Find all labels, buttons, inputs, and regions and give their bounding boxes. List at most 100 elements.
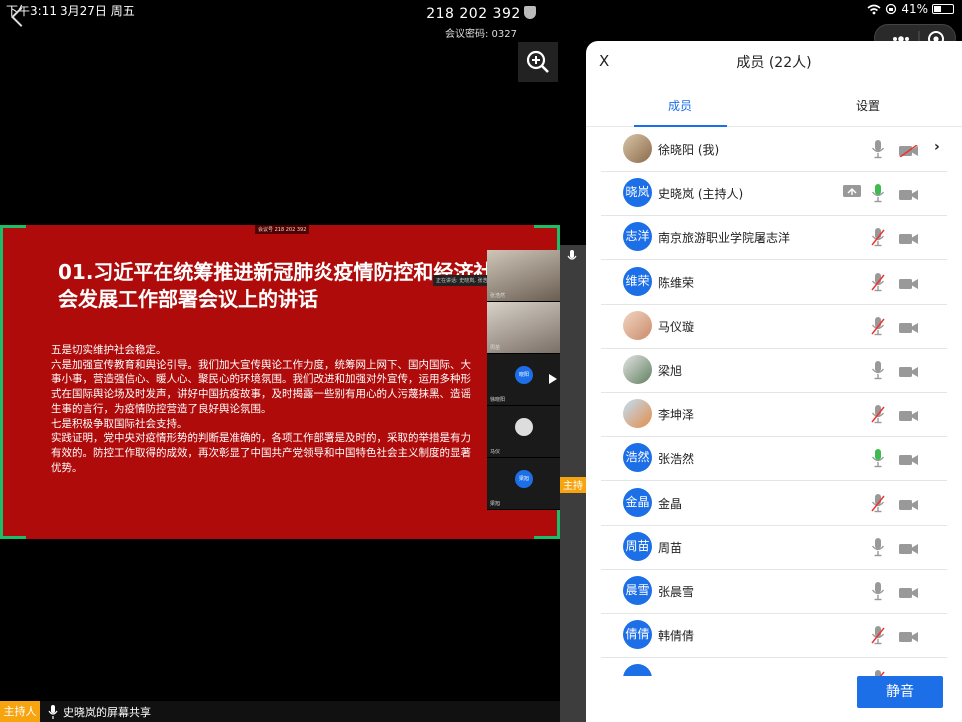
mic-icon: [567, 250, 577, 260]
member-avatar: 志洋: [623, 222, 652, 252]
mute-all-button[interactable]: 静音: [857, 676, 943, 708]
slide-body: 五是切实维护社会稳定。 六是加强宣传教育和舆论引导。我们加大宣传舆论工作力度，统…: [51, 343, 479, 475]
camera-icon[interactable]: [899, 319, 919, 338]
mini-tile-avatar: 晓阳: [515, 366, 533, 384]
mic-icon[interactable]: [871, 183, 885, 207]
video-strip: 主持: [560, 245, 588, 722]
mic-muted-icon[interactable]: [871, 272, 885, 296]
chevron-right-icon[interactable]: ›: [934, 139, 940, 155]
mic-icon[interactable]: [871, 581, 885, 605]
member-name: 李坤泽: [658, 408, 695, 423]
mic-icon[interactable]: [871, 448, 885, 472]
member-avatar: [623, 310, 652, 340]
mic-icon[interactable]: [871, 537, 885, 561]
mic-muted-icon[interactable]: [871, 493, 885, 517]
member-avatar: 金晶: [623, 487, 652, 517]
member-row[interactable]: 晨雪 张晨雪: [601, 570, 947, 614]
frame-corner: [534, 513, 560, 539]
member-avatar: 倩倩: [623, 620, 652, 650]
camera-icon[interactable]: [899, 451, 919, 470]
zoom-button[interactable]: [518, 42, 558, 82]
member-row[interactable]: 倩倩 韩倩倩: [601, 614, 947, 659]
member-row[interactable]: 金晶 金晶: [601, 482, 947, 526]
member-row[interactable]: [601, 658, 947, 676]
member-row[interactable]: 周苗 周苗: [601, 526, 947, 570]
member-avatar: [623, 664, 652, 676]
camera-icon[interactable]: [899, 186, 919, 205]
panel-header: X 成员 (22人): [586, 41, 962, 79]
mini-video-tile: 张浩然: [487, 250, 560, 302]
mini-video-tile: 梁旭 梁旭: [487, 458, 560, 510]
camera-icon[interactable]: [899, 496, 919, 515]
slide-paragraph: 七是积极争取国际社会支持。: [51, 417, 188, 430]
camera-icon[interactable]: [899, 363, 919, 382]
member-name: 马仪璇: [658, 319, 695, 334]
member-avatar: 晨雪: [623, 576, 652, 605]
slide-paragraph: 实践证明，党中央对疫情形势的判断是准确的，各项工作部署是及时的，采取的举措是有力…: [51, 432, 471, 474]
camera-icon[interactable]: [899, 628, 919, 647]
mini-tile-name: 张浩然: [490, 293, 506, 299]
member-avatar: [623, 399, 652, 429]
mini-tile-name: 周苗: [490, 345, 501, 351]
mic-muted-icon[interactable]: [871, 316, 885, 340]
member-avatar: 浩然: [623, 443, 652, 473]
mic-muted-icon[interactable]: [871, 669, 885, 676]
camera-off-icon[interactable]: [899, 142, 919, 161]
member-name: 韩倩倩: [658, 629, 695, 644]
member-row[interactable]: 维荣 陈维荣: [601, 261, 947, 305]
shared-screen[interactable]: 会议号 218 202 392 01.习近平在统筹推进新冠肺炎疫情防控和经济社会…: [0, 225, 560, 539]
member-row[interactable]: 马仪璇: [601, 305, 947, 349]
mic-icon: [48, 705, 58, 719]
screen-share-icon: [843, 184, 861, 203]
host-tag: 主持: [560, 477, 588, 493]
play-icon[interactable]: [549, 374, 557, 384]
panel-tabs: 成员 设置: [586, 83, 962, 127]
member-name: 金晶: [658, 496, 683, 511]
member-row[interactable]: 徐晓阳 (我) ›: [601, 128, 947, 172]
tab-members[interactable]: 成员: [610, 97, 750, 114]
member-name: 陈维荣: [658, 275, 695, 290]
camera-icon[interactable]: [899, 540, 919, 559]
member-avatar: 周苗: [623, 531, 652, 561]
mini-tile-avatar: [515, 418, 533, 436]
frame-corner: [0, 225, 26, 251]
member-name: 史晓岚 (主持人): [658, 187, 744, 202]
member-row[interactable]: 志洋 南京旅游职业学院屠志洋: [601, 216, 947, 261]
bottom-status-bar: 主持人 史晓岚的屏幕共享: [0, 701, 560, 722]
meeting-number-tag: 会议号 218 202 392: [255, 225, 310, 234]
mic-icon[interactable]: [871, 139, 885, 163]
member-avatar: [623, 355, 652, 384]
member-name: 张晨雪: [658, 585, 695, 599]
mini-tile-name: 梁旭: [490, 501, 501, 507]
mic-muted-icon[interactable]: [871, 404, 885, 428]
mini-video-tile: 周苗: [487, 302, 560, 354]
member-row[interactable]: 浩然 张浩然: [601, 437, 947, 482]
camera-icon[interactable]: [899, 407, 919, 426]
member-avatar: 维荣: [623, 266, 652, 296]
member-row[interactable]: 李坤泽: [601, 393, 947, 438]
zoom-in-icon[interactable]: [518, 42, 558, 82]
members-panel: X 成员 (22人) 成员 设置 徐晓阳 (我) › 晓岚 史晓岚 (主持人) 志洋 南京…: [586, 41, 962, 722]
tab-underline: [634, 125, 727, 127]
tab-settings[interactable]: 设置: [798, 97, 938, 114]
camera-icon[interactable]: [899, 275, 919, 294]
member-name: 徐晓阳 (我): [658, 143, 720, 157]
member-row[interactable]: 梁旭: [601, 349, 947, 393]
host-badge: 主持人: [0, 701, 40, 722]
camera-icon[interactable]: [899, 584, 919, 603]
shield-icon: [523, 6, 536, 19]
mini-tile-avatar: 梁旭: [515, 470, 533, 488]
member-avatar: 晓岚: [623, 178, 652, 208]
mic-muted-icon[interactable]: [871, 227, 885, 251]
meeting-password: 会议密码: 0327: [445, 29, 517, 40]
member-row[interactable]: 晓岚 史晓岚 (主持人): [601, 172, 947, 217]
member-list[interactable]: 徐晓阳 (我) › 晓岚 史晓岚 (主持人) 志洋 南京旅游职业学院屠志洋 维荣 陈维荣 马仪璇…: [586, 128, 962, 676]
mic-icon[interactable]: [871, 360, 885, 384]
mic-muted-icon[interactable]: [871, 625, 885, 649]
slide-title: 01.习近平在统筹推进新冠肺炎疫情防控和经济社会发展工作部署会议上的讲话: [58, 260, 494, 311]
meeting-id-text: 218 202 392: [426, 6, 521, 22]
member-name: 周苗: [658, 540, 683, 555]
member-name: 张浩然: [658, 452, 695, 467]
camera-icon[interactable]: [899, 230, 919, 249]
mini-tile-name: 徐晓阳: [490, 397, 506, 403]
